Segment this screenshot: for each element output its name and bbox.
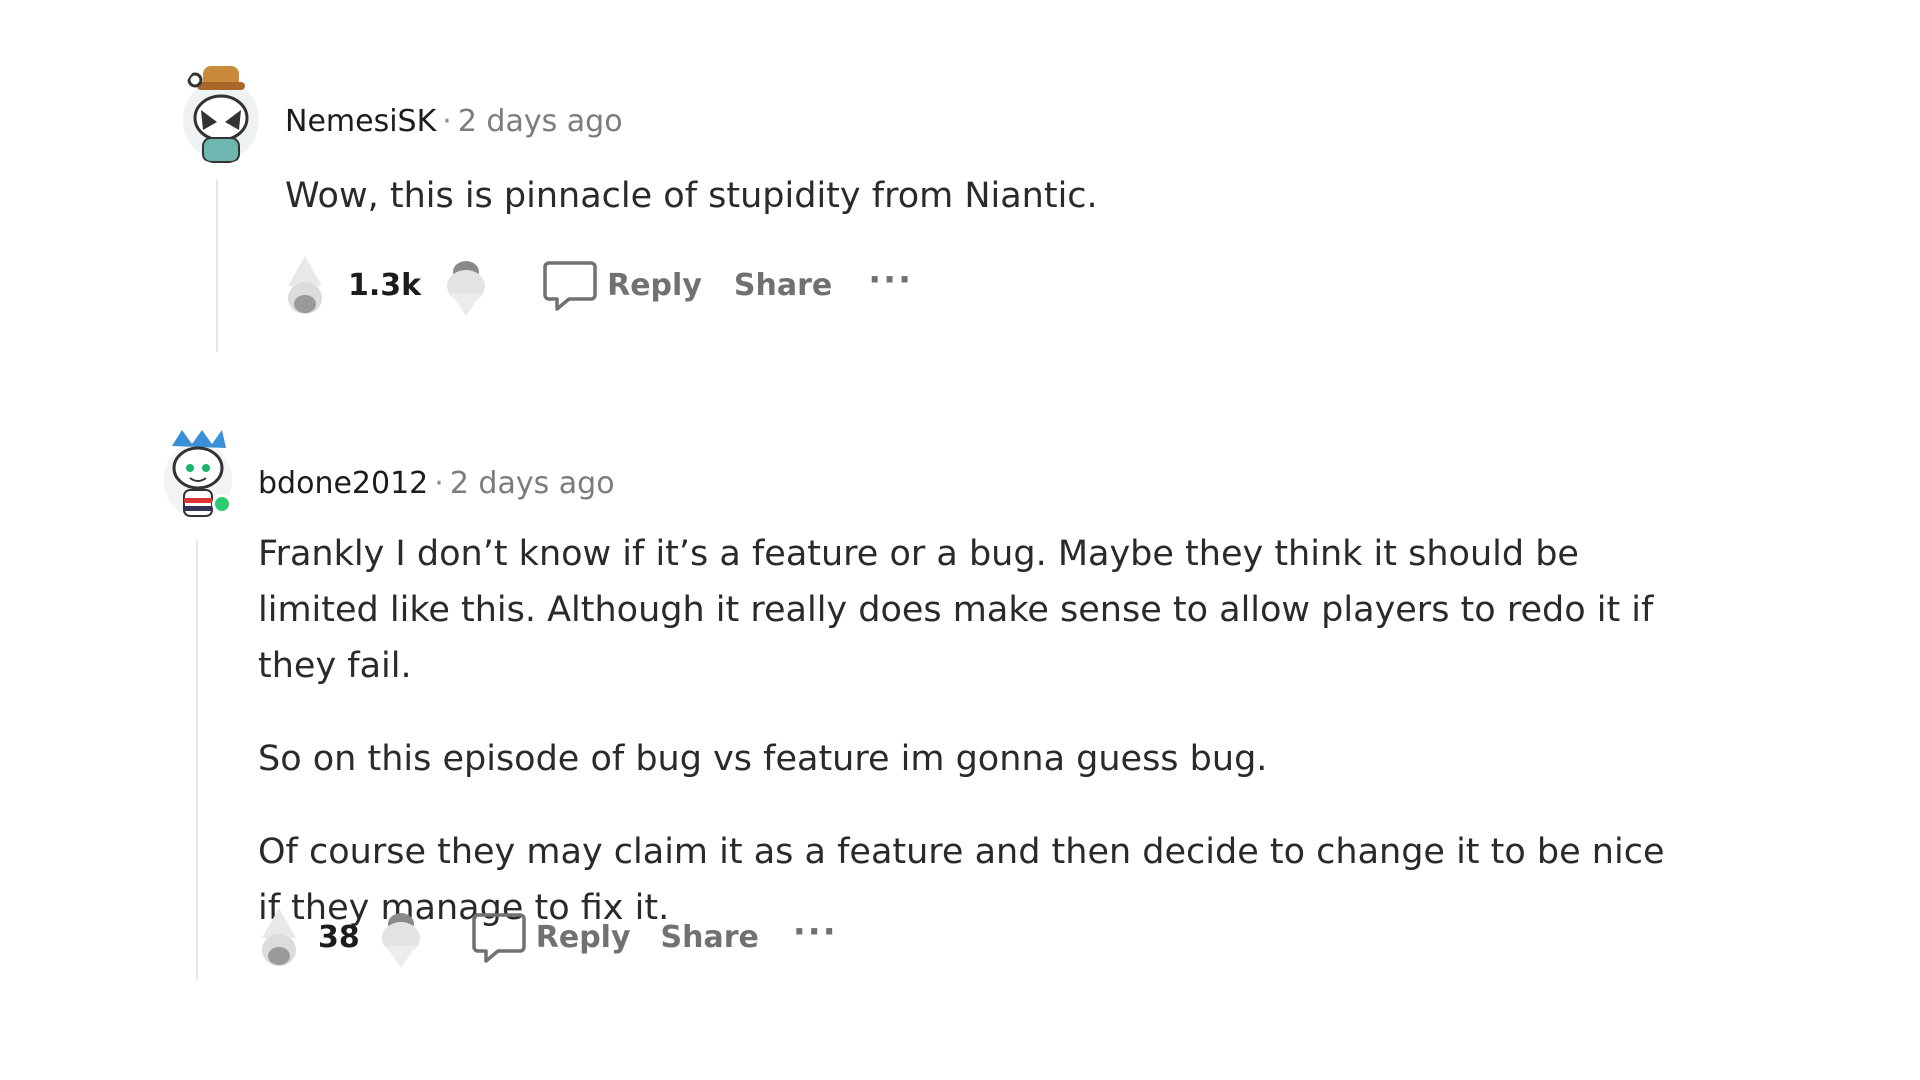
comment-bubble-icon xyxy=(472,913,526,963)
comment-paragraph: Frankly I don’t know if it’s a feature o… xyxy=(258,534,1654,686)
timestamp[interactable]: 2 days ago xyxy=(450,466,615,501)
downvote-icon[interactable] xyxy=(378,902,424,972)
comment-meta: bdone2012 · 2 days ago xyxy=(258,464,615,504)
comment-body: Frankly I don’t know if it’s a feature o… xyxy=(258,526,1688,936)
upvote-icon[interactable] xyxy=(256,902,302,972)
author-name[interactable]: bdone2012 xyxy=(258,466,428,501)
comment-actions: 38 Reply Share ··· xyxy=(256,902,838,972)
share-button[interactable]: Share xyxy=(661,920,759,955)
thread-line[interactable] xyxy=(196,540,198,980)
avatar[interactable] xyxy=(162,428,234,520)
comment: bdone2012 · 2 days ago Frankly I don’t kno… xyxy=(0,0,1920,1080)
share-label: Share xyxy=(660,919,759,955)
comment-paragraph: So on this episode of bug vs feature im … xyxy=(258,739,1268,779)
more-options-button[interactable]: ··· xyxy=(793,915,838,949)
reply-button[interactable]: Reply xyxy=(472,909,631,965)
vote-count: 38 xyxy=(318,919,360,955)
online-status-indicator xyxy=(212,494,232,514)
meta-separator: · xyxy=(434,466,444,501)
comment-thread: NemesiSK · 2 days ago Wow, this is pinnacl… xyxy=(0,0,1920,1080)
reply-label: Reply xyxy=(535,919,631,955)
